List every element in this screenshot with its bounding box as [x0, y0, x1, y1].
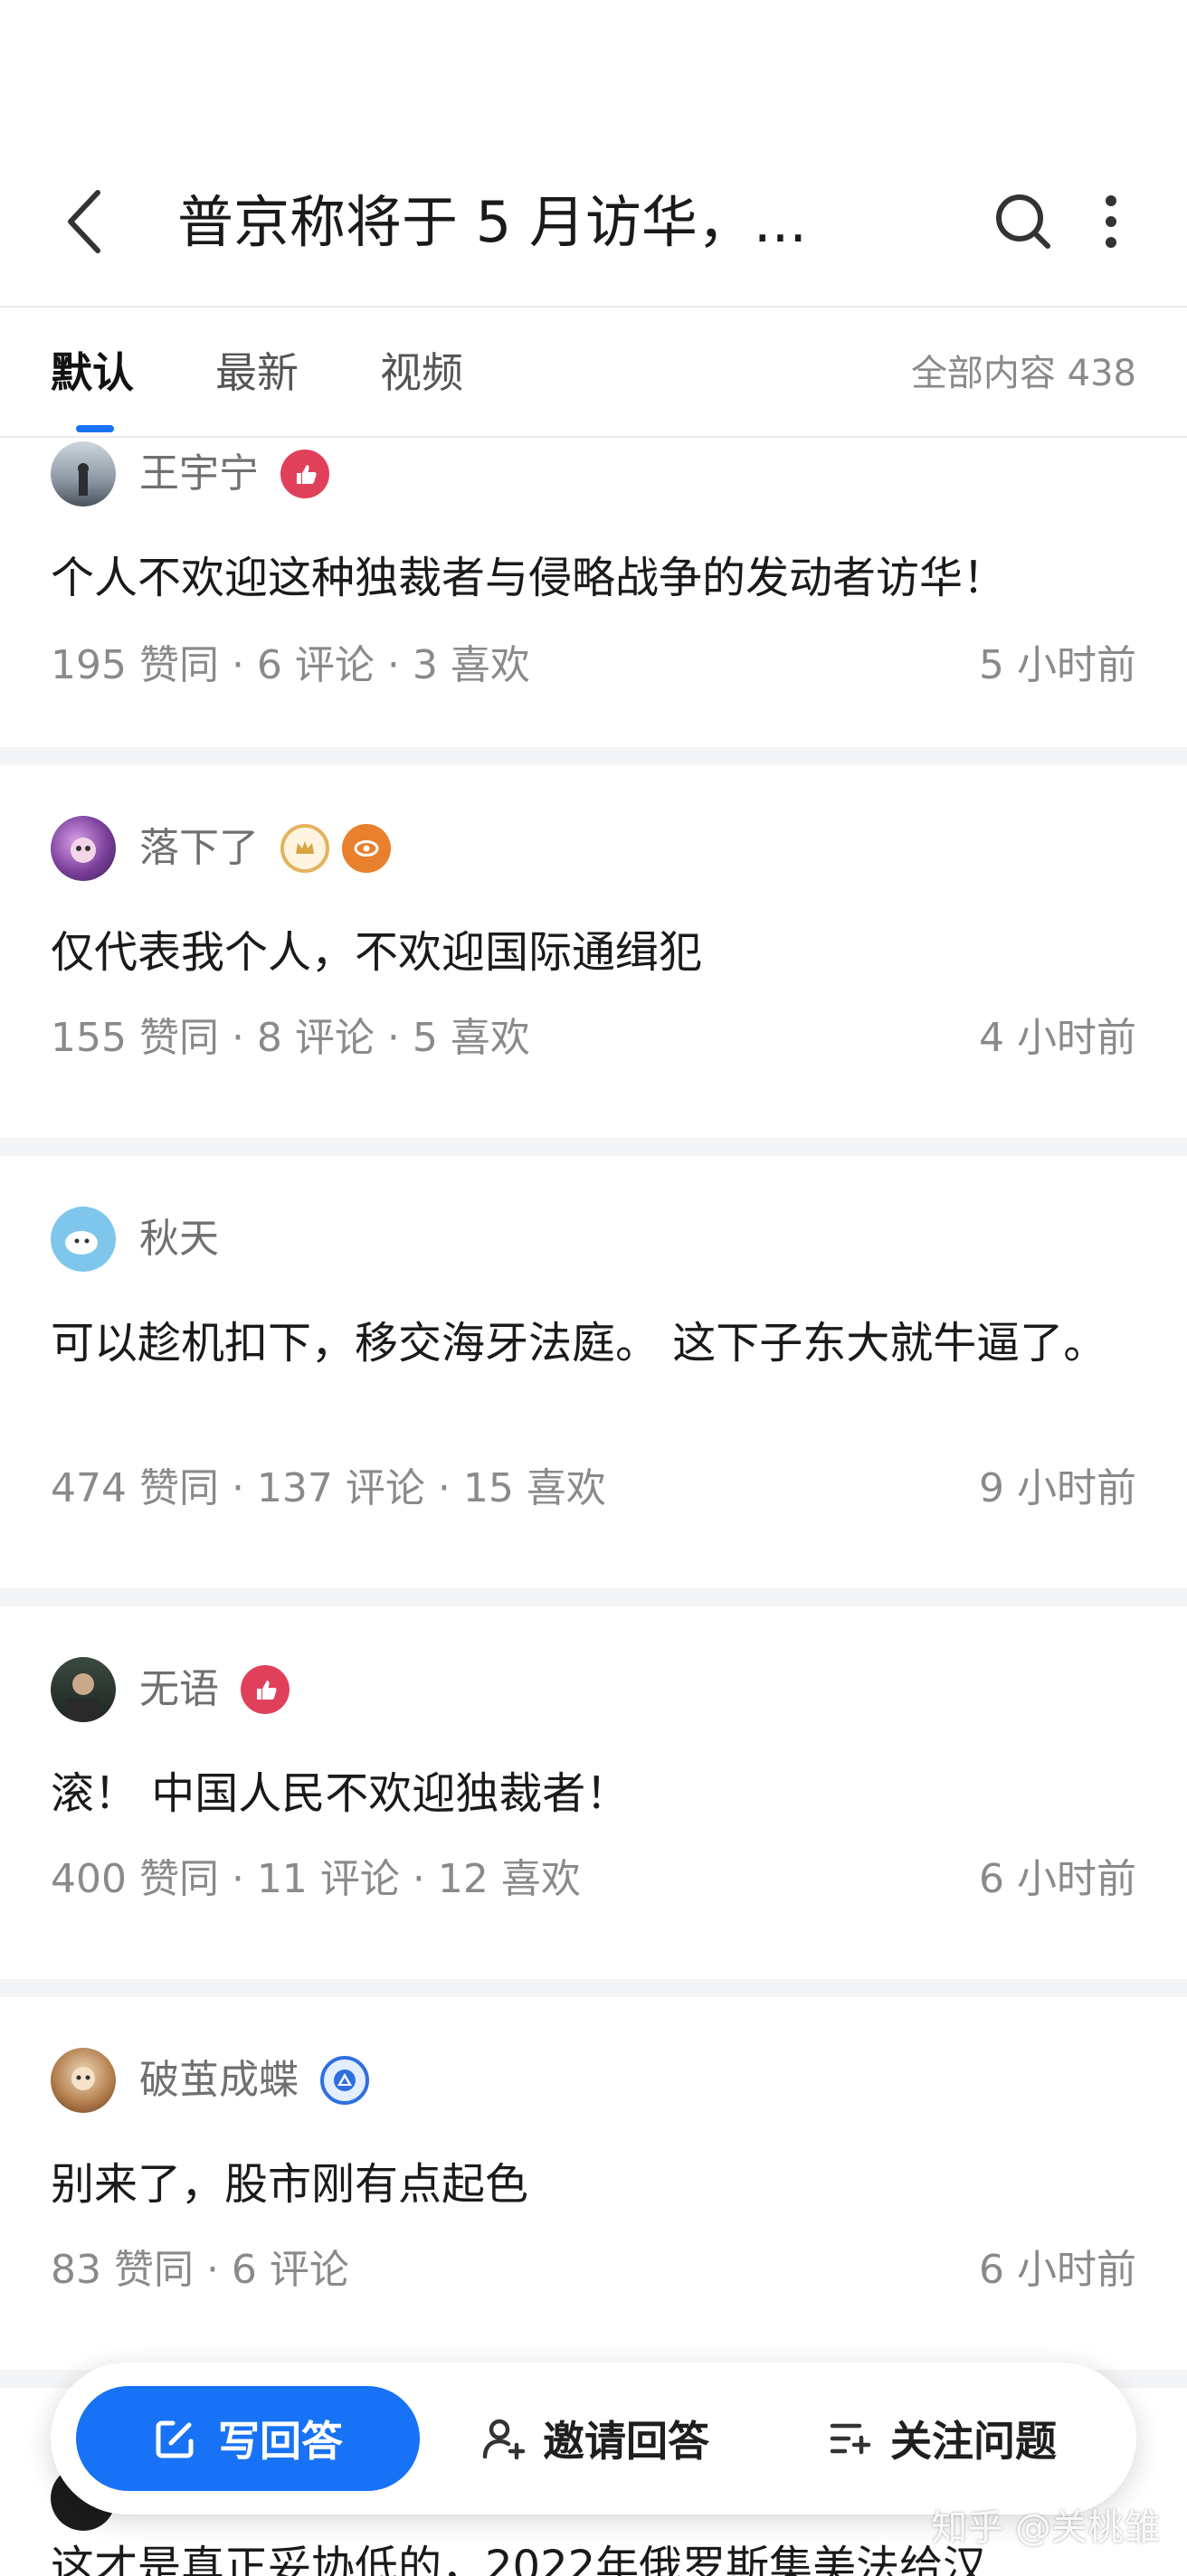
author-row: 落下了	[51, 816, 391, 881]
answer-time: 9 小时前	[979, 1465, 1136, 1511]
write-answer-button[interactable]: 写回答	[76, 2386, 420, 2491]
author-name[interactable]: 落下了	[139, 821, 259, 876]
answer-excerpt[interactable]: 别来了，股市刚有点起色	[51, 2155, 1136, 2214]
answer-stats: 400 赞同 · 11 评论 · 12 喜欢	[51, 1856, 581, 1902]
answer-list-screen: 普京称将于 5 月访华，... 默认 最新 视频 全部内容 438 王宇宁 个人…	[0, 0, 1187, 2576]
watermark: 知乎 @关桃雏	[931, 2507, 1160, 2549]
active-tab-indicator	[76, 425, 114, 432]
author-name[interactable]: 秋天	[139, 1212, 219, 1266]
red-thumb-badge-icon	[280, 450, 329, 498]
author-row: 无语	[51, 1657, 290, 1722]
answer-stats: 195 赞同 · 6 评论 · 3 喜欢	[51, 642, 530, 688]
author-name[interactable]: 无语	[139, 1662, 219, 1717]
total-content-count: 全部内容 438	[910, 353, 1136, 394]
answer-excerpt[interactable]: 可以趁机扣下，移交海牙法庭。 这下子东大就牛逼了。	[51, 1313, 1145, 1373]
answer-excerpt[interactable]: 个人不欢迎这种独裁者与侵略战争的发动者访华！	[51, 548, 1136, 608]
question-title[interactable]: 普京称将于 5 月访华，...	[177, 188, 874, 257]
red-thumb-badge-icon	[241, 1665, 290, 1714]
author-row: 破茧成蝶	[51, 2048, 369, 2113]
top-bar: 普京称将于 5 月访华，...	[0, 154, 1187, 289]
more-vertical-icon[interactable]	[1102, 190, 1120, 253]
answer-excerpt-partial[interactable]: 这才是真正妥协低的，2022年俄罗斯集美法给汉	[51, 2540, 986, 2576]
answer-card[interactable]: 秋天 可以趁机扣下，移交海牙法庭。 这下子东大就牛逼了。 474 赞同 · 13…	[0, 1156, 1187, 1588]
answer-card[interactable]: 破茧成蝶 别来了，股市刚有点起色 83 赞同 · 6 评论 6 小时前	[0, 1997, 1187, 2370]
card-separator	[0, 1588, 1187, 1606]
card-separator	[0, 1979, 1187, 1997]
invite-user-icon	[482, 2419, 526, 2460]
avatar[interactable]	[51, 2048, 116, 2113]
answer-card[interactable]: 落下了 仅代表我个人，不欢迎国际通缉犯 155 赞同 · 8 评论 · 5 喜欢…	[0, 765, 1187, 1138]
author-row: 王宇宁	[51, 441, 329, 507]
answer-time: 4 小时前	[979, 1015, 1136, 1061]
answer-stats: 474 赞同 · 137 评论 · 15 喜欢	[51, 1465, 606, 1511]
tab-default[interactable]: 默认	[51, 346, 134, 400]
avatar[interactable]	[51, 1657, 116, 1722]
edit-icon	[156, 2420, 194, 2458]
crown-badge-icon	[280, 824, 329, 873]
author-name[interactable]: 破茧成蝶	[139, 2053, 299, 2107]
answer-time: 6 小时前	[979, 2247, 1136, 2293]
answer-excerpt[interactable]: 滚！ 中国人民不欢迎独裁者！	[51, 1764, 1136, 1823]
avatar[interactable]	[51, 1207, 116, 1272]
answer-card[interactable]: 王宇宁 个人不欢迎这种独裁者与侵略战争的发动者访华！ 195 赞同 · 6 评论…	[0, 438, 1187, 747]
follow-list-icon	[830, 2423, 871, 2455]
avatar[interactable]	[51, 441, 116, 507]
follow-question-label: 关注问题	[890, 2417, 1057, 2466]
answer-stats: 155 赞同 · 8 评论 · 5 喜欢	[51, 1015, 530, 1061]
card-separator	[0, 1138, 1187, 1156]
answer-excerpt[interactable]: 仅代表我个人，不欢迎国际通缉犯	[51, 923, 1136, 982]
invite-answer-button[interactable]: 邀请回答	[480, 2386, 709, 2491]
avatar[interactable]	[51, 816, 116, 881]
back-arrow-icon[interactable]	[62, 185, 109, 258]
search-icon[interactable]	[992, 190, 1055, 253]
answer-time: 5 小时前	[979, 642, 1136, 688]
eye-badge-icon	[342, 824, 391, 873]
sort-tabs: 默认 最新 视频 全部内容 438	[0, 308, 1187, 436]
author-name[interactable]: 王宇宁	[139, 447, 259, 501]
answer-card[interactable]: 无语 滚！ 中国人民不欢迎独裁者！ 400 赞同 · 11 评论 · 12 喜欢…	[0, 1606, 1187, 1979]
card-separator	[0, 747, 1187, 765]
follow-question-button[interactable]: 关注问题	[827, 2386, 1057, 2491]
answer-time: 6 小时前	[979, 1856, 1136, 1902]
blue-triangle-badge-icon	[320, 2056, 369, 2105]
write-answer-label: 写回答	[218, 2417, 343, 2466]
author-row: 秋天	[51, 1207, 219, 1272]
answer-stats: 83 赞同 · 6 评论	[51, 2247, 349, 2293]
tab-video[interactable]: 视频	[380, 346, 463, 400]
invite-answer-label: 邀请回答	[543, 2417, 709, 2466]
tab-latest[interactable]: 最新	[215, 346, 299, 400]
bottom-action-bar: 写回答 邀请回答 关注问题	[51, 2363, 1136, 2514]
